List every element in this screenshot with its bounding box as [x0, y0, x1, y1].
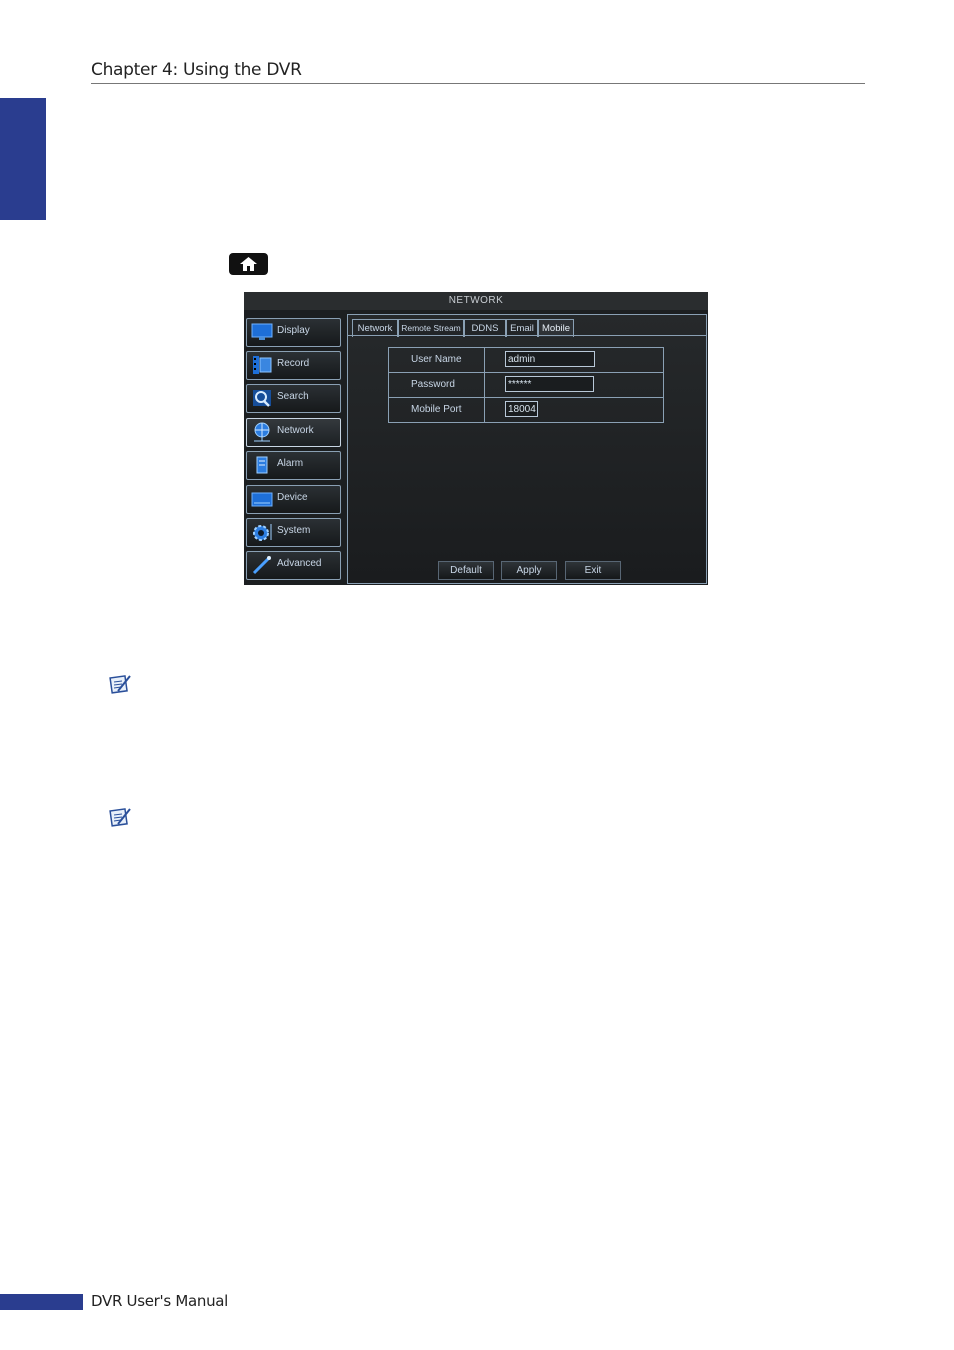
menu-label: Record [277, 358, 310, 369]
menu-item-advanced[interactable]: Advanced [246, 551, 341, 580]
note-icon [109, 808, 131, 827]
magnifier-icon [253, 390, 271, 407]
form-row-user-name: User Name admin [389, 348, 663, 373]
dvr-sidebar-menu: Display Record Search Network Alarm Devi… [244, 314, 344, 585]
wand-icon [252, 556, 271, 575]
header-divider [91, 83, 865, 84]
manual-title: DVR User's Manual [91, 1292, 229, 1310]
mobile-port-input[interactable]: 18004 [505, 401, 538, 417]
menu-item-system[interactable]: System [246, 518, 341, 547]
chapter-title: Chapter 4: Using the DVR [91, 60, 302, 80]
gear-icon [253, 524, 272, 541]
menu-label: Advanced [277, 558, 322, 569]
menu-item-device[interactable]: Device [246, 485, 341, 514]
dvr-window-title: NETWORK [244, 292, 708, 310]
home-icon [240, 257, 257, 271]
note-icon [109, 675, 131, 694]
exit-button[interactable]: Exit [565, 561, 621, 580]
menu-label: Device [277, 492, 308, 503]
menu-item-network[interactable]: Network [246, 418, 341, 447]
user-name-input[interactable]: admin [505, 351, 595, 367]
default-button[interactable]: Default [438, 561, 494, 580]
apply-button[interactable]: Apply [501, 561, 557, 580]
chapter-side-tab [0, 98, 46, 220]
device-icon [251, 492, 273, 507]
menu-item-search[interactable]: Search [246, 384, 341, 413]
alarm-icon [256, 456, 268, 474]
menu-item-alarm[interactable]: Alarm [246, 451, 341, 480]
dvr-settings-panel: Network Remote Stream DDNS Email Mobile … [347, 314, 707, 584]
menu-item-display[interactable]: Display [246, 318, 341, 347]
mobile-port-label: Mobile Port [389, 398, 485, 422]
home-key-button [229, 253, 268, 275]
menu-label: System [277, 525, 311, 536]
password-input[interactable]: ****** [505, 376, 594, 392]
menu-item-record[interactable]: Record [246, 351, 341, 380]
globe-icon [254, 422, 270, 442]
menu-label: Search [277, 391, 309, 402]
dvr-network-screenshot: NETWORK Display Record Search Network Al… [244, 292, 708, 585]
form-row-password: Password ****** [389, 373, 663, 398]
password-label: Password [389, 373, 485, 397]
footer-accent-bar [0, 1294, 83, 1310]
form-row-mobile-port: Mobile Port 18004 [389, 398, 663, 422]
mobile-settings-form: User Name admin Password ****** Mobile P… [388, 347, 664, 423]
menu-label: Alarm [277, 458, 304, 469]
tab-divider [348, 335, 706, 336]
menu-label: Network [277, 425, 314, 436]
film-icon [253, 356, 272, 374]
user-name-label: User Name [389, 348, 485, 372]
monitor-icon [251, 323, 273, 340]
menu-label: Display [277, 325, 310, 336]
